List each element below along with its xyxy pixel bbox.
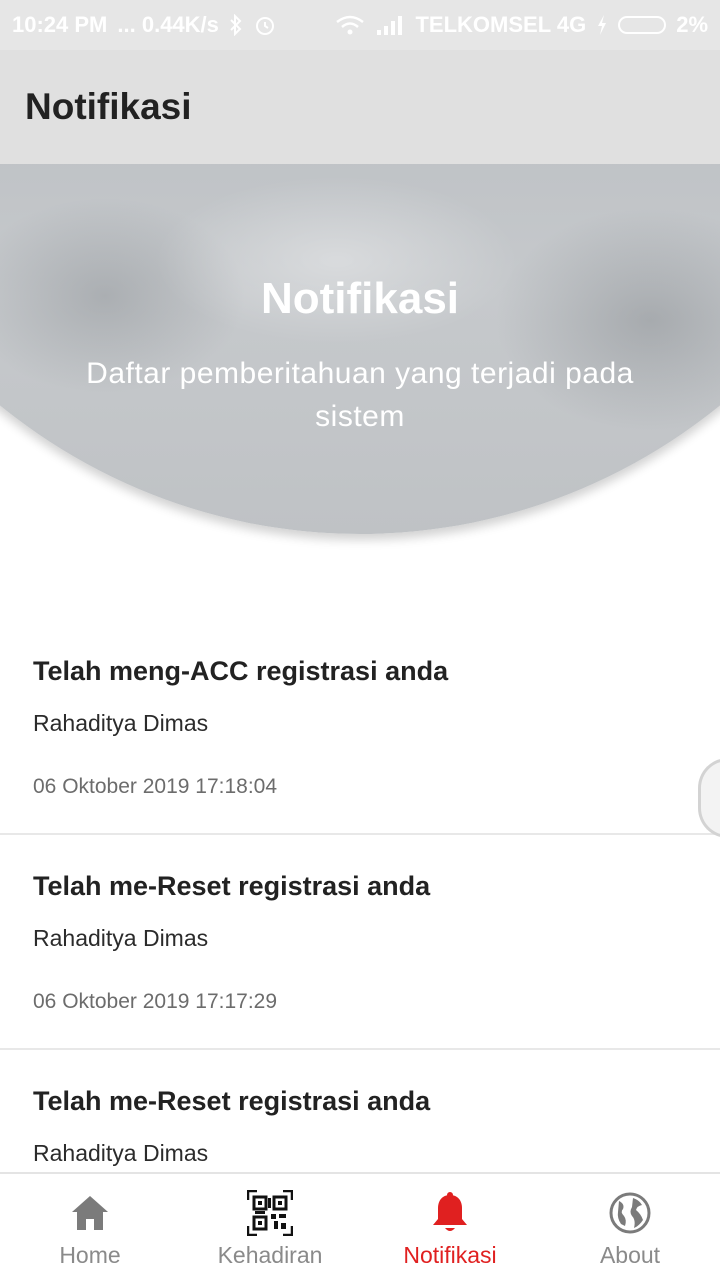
- nav-item-kehadiran[interactable]: Kehadiran: [180, 1174, 360, 1280]
- nav-item-about[interactable]: About: [540, 1174, 720, 1280]
- hero-subtitle: Daftar pemberitahuan yang terjadi pada s…: [86, 357, 634, 433]
- notification-item[interactable]: Telah meng-ACC registrasi anda Rahaditya…: [0, 620, 720, 835]
- notification-list: Telah meng-ACC registrasi anda Rahaditya…: [0, 620, 720, 1265]
- status-time: 10:24 PM: [12, 12, 108, 37]
- notification-item[interactable]: Telah me-Reset registrasi anda Rahaditya…: [0, 835, 720, 1050]
- notification-title: Telah me-Reset registrasi anda: [33, 1086, 431, 1116]
- nav-label: Kehadiran: [217, 1242, 323, 1268]
- alarm-icon: [253, 13, 277, 37]
- notification-user: Rahaditya Dimas: [33, 710, 209, 736]
- globe-icon: [607, 1190, 653, 1236]
- notification-time: 06 Oktober 2019 17:18:04: [33, 775, 278, 798]
- wifi-icon: [335, 14, 365, 36]
- notification-title: Telah meng-ACC registrasi anda: [33, 656, 449, 686]
- bottom-navigation: Home Kehadiran Notifikasi About: [0, 1172, 720, 1280]
- nav-label: Home: [59, 1242, 121, 1268]
- notification-user: Rahaditya Dimas: [33, 925, 209, 951]
- notification-title: Telah me-Reset registrasi anda: [33, 871, 431, 901]
- hero-background: [0, 164, 720, 534]
- home-icon: [67, 1190, 113, 1236]
- battery-percent: 2%: [676, 12, 708, 37]
- notification-time: 06 Oktober 2019 17:17:29: [33, 990, 278, 1013]
- app-bar: Notifikasi: [0, 50, 720, 164]
- signal-icon: [375, 14, 405, 36]
- battery-icon: [618, 16, 667, 34]
- carrier-label: TELKOMSEL 4G: [415, 12, 587, 37]
- nav-item-home[interactable]: Home: [0, 1174, 180, 1280]
- bluetooth-icon: [229, 14, 243, 36]
- page-title: Notifikasi: [25, 86, 192, 127]
- hero-banner: Notifikasi Daftar pemberitahuan yang ter…: [0, 164, 720, 554]
- status-bar: 10:24 PM ... 0.44K/s TELKOMSEL 4G 2%: [0, 0, 720, 50]
- charging-icon: [596, 14, 608, 36]
- notifications-screen: 10:24 PM ... 0.44K/s TELKOMSEL 4G 2% Not…: [0, 0, 720, 1280]
- hero-title: Notifikasi: [260, 274, 460, 323]
- status-network-speed: ... 0.44K/s: [117, 12, 219, 37]
- nav-label: Notifikasi: [403, 1242, 497, 1268]
- bell-icon: [427, 1190, 473, 1236]
- qr-code-icon: [247, 1190, 293, 1236]
- notification-user: Rahaditya Dimas: [33, 1140, 209, 1166]
- nav-label: About: [599, 1242, 661, 1268]
- nav-item-notifikasi[interactable]: Notifikasi: [360, 1174, 540, 1280]
